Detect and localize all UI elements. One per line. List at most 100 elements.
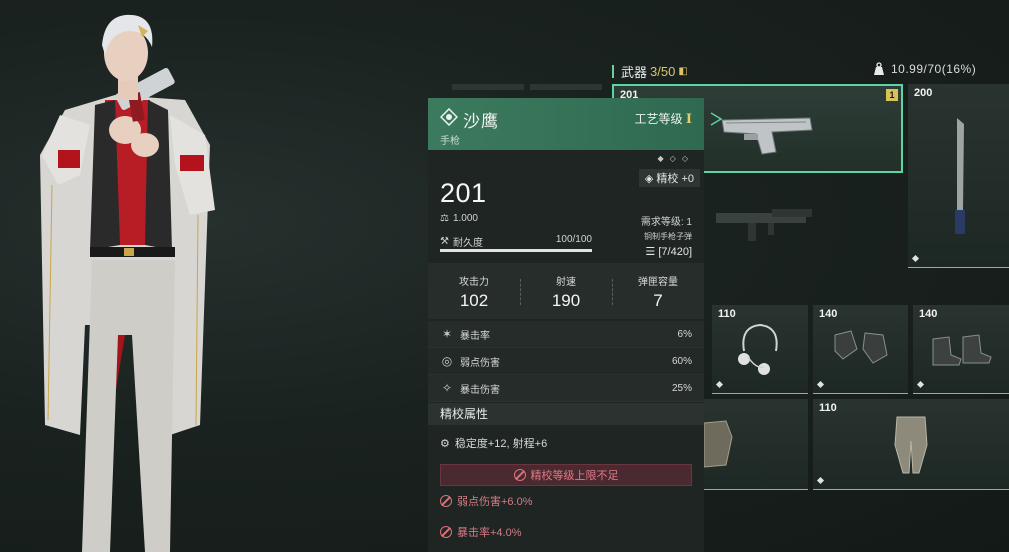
refine-section-title: 精校属性 — [428, 403, 704, 425]
locked-bonus-text: 暴击率+4.0% — [457, 527, 522, 539]
pistol-class-icon — [440, 108, 458, 126]
weakspot-icon: ◎ — [441, 354, 453, 368]
smg-icon — [716, 209, 812, 241]
refine-warning: 精校等级上限不足 — [440, 464, 692, 486]
stability-icon: ⚙ — [440, 437, 450, 450]
ban-icon — [440, 495, 452, 507]
gloves-icon — [834, 330, 888, 364]
crit-rate-icon: ✶ — [441, 327, 453, 341]
sub-stat-value: 25% — [671, 382, 692, 394]
sub-stat-label: 暴击伤害 — [460, 384, 500, 396]
armor-icon — [704, 420, 733, 468]
item-detail-panel: 沙鹰 手枪 工艺等级 I ◆◇◇ ◈ 精校 +0 201 ⚖ 1.000 需求等… — [428, 98, 704, 552]
sub-stat-crit-damage: ✧ 暴击伤害 25% — [428, 375, 704, 402]
slot-marker — [911, 254, 920, 263]
item-name: 沙鹰 — [463, 112, 499, 131]
slot-level: 140 — [919, 308, 938, 320]
slot-level: 140 — [819, 308, 838, 320]
pants-icon — [894, 416, 928, 474]
durability-bar-fill — [440, 249, 592, 252]
panel-tab[interactable] — [530, 84, 602, 90]
inventory-header: 武器 3/50 ◧ — [612, 62, 688, 81]
refine-icon: ◈ — [644, 172, 654, 185]
durability-bar — [440, 249, 592, 252]
refine-bonus: ⚙ 稳定度+12, 射程+6 — [440, 435, 547, 451]
category-label: 武器 — [621, 65, 648, 80]
star-rating: ◆◇◇ — [657, 154, 694, 163]
power-value: 201 — [440, 178, 487, 208]
sub-stat-label: 暴击率 — [460, 330, 490, 342]
weight-indicator: 10.99/70(16%) — [872, 62, 976, 76]
header-accent-bar — [612, 65, 614, 78]
durability-value: 100/100 — [555, 234, 592, 245]
crit-damage-icon: ✧ — [441, 381, 453, 395]
slot-marker — [715, 380, 724, 389]
ban-icon — [440, 526, 452, 538]
weight-icon — [874, 62, 884, 75]
capacity-icon: ◧ — [678, 66, 688, 77]
refine-warning-text: 精校等级上限不足 — [530, 470, 619, 482]
inventory-slot-blade[interactable]: 200 — [908, 84, 1009, 268]
slot-marker — [816, 476, 825, 485]
refine-badge-text: 精校 +0 — [656, 173, 694, 185]
sub-stat-value: 60% — [671, 355, 692, 367]
item-header: 沙鹰 手枪 工艺等级 I — [428, 98, 704, 150]
main-stats: 攻击力 102 射速 190 弹匣容量 7 — [428, 263, 704, 319]
required-level: 需求等级: 1 — [640, 217, 692, 228]
slot-level: 110 — [718, 308, 736, 320]
slot-marker — [816, 380, 825, 389]
item-weight: ⚖ 1.000 — [440, 213, 478, 224]
sub-stats-list: ✶ 暴击率 6% ◎ 弱点伤害 60% ✧ 暴击伤害 25% — [428, 321, 704, 402]
slot-marker — [916, 380, 925, 389]
craft-level-label: 工艺等级 — [634, 112, 683, 126]
craft-level: 工艺等级 I — [635, 110, 692, 127]
wrench-icon: ⚒ — [440, 236, 449, 247]
inventory-slot-gloves[interactable]: 140 — [813, 305, 908, 394]
inventory-slot-boots[interactable]: 140 — [913, 305, 1009, 394]
ammo-type: 铜制手枪子弹 — [644, 232, 692, 241]
inventory-slot-smg[interactable] — [704, 175, 904, 268]
stat-label: 射速 — [556, 277, 576, 288]
character-model — [40, 14, 215, 552]
panel-tab[interactable] — [452, 84, 524, 90]
slot-level: 110 — [819, 402, 837, 414]
ammo-info: 铜制手枪子弹 ☰ [7/420] — [644, 231, 692, 258]
sub-stat-label: 弱点伤害 — [460, 357, 500, 369]
headset-icon — [738, 323, 778, 375]
weight-value: 10.99/70(16%) — [891, 62, 977, 76]
select-arrow-icon — [710, 112, 722, 126]
craft-level-value: I — [685, 112, 692, 127]
ban-icon — [513, 469, 526, 481]
sub-stat-crit-rate: ✶ 暴击率 6% — [428, 321, 704, 348]
tier-badge: 1 — [886, 89, 898, 101]
locked-bonus-text: 弱点伤害+6.0% — [457, 496, 533, 508]
weight-icon: ⚖ — [440, 213, 449, 224]
inventory-slot-headset[interactable]: 110 — [712, 305, 808, 394]
panel-tab-strip — [452, 84, 602, 94]
durability-label: ⚒ 耐久度 — [440, 234, 483, 249]
ammo-icon: ☰ — [645, 246, 656, 258]
stat-label: 攻击力 — [459, 277, 489, 288]
blade-icon — [955, 118, 965, 234]
stat-attack: 攻击力 102 — [428, 263, 520, 319]
durability-text: 耐久度 — [452, 238, 483, 249]
stat-label: 弹匣容量 — [638, 277, 678, 288]
stat-value: 102 — [459, 291, 489, 310]
locked-bonus: 弱点伤害+6.0% — [440, 493, 533, 509]
item-type: 手枪 — [440, 136, 460, 147]
inventory-slot-pants[interactable]: 110 — [813, 399, 1009, 490]
inventory-slot-armor[interactable] — [704, 399, 808, 490]
slot-level: 200 — [914, 87, 933, 99]
item-count: 3/50 — [650, 64, 676, 79]
stat-magazine: 弹匣容量 7 — [612, 263, 704, 319]
stat-value: 190 — [551, 291, 581, 310]
stat-value: 7 — [653, 291, 663, 310]
ammo-count: ☰ [7/420] — [644, 245, 692, 258]
ammo-count-value: [7/420] — [658, 246, 692, 258]
refine-badge: ◈ 精校 +0 — [638, 169, 700, 187]
sub-stat-weakspot: ◎ 弱点伤害 60% — [428, 348, 704, 375]
refine-bonus-text: 稳定度+12, 射程+6 — [454, 438, 548, 450]
locked-bonus: 暴击率+4.0% — [440, 524, 522, 540]
item-weight-value: 1.000 — [452, 213, 478, 224]
sub-stat-value: 6% — [677, 328, 692, 340]
